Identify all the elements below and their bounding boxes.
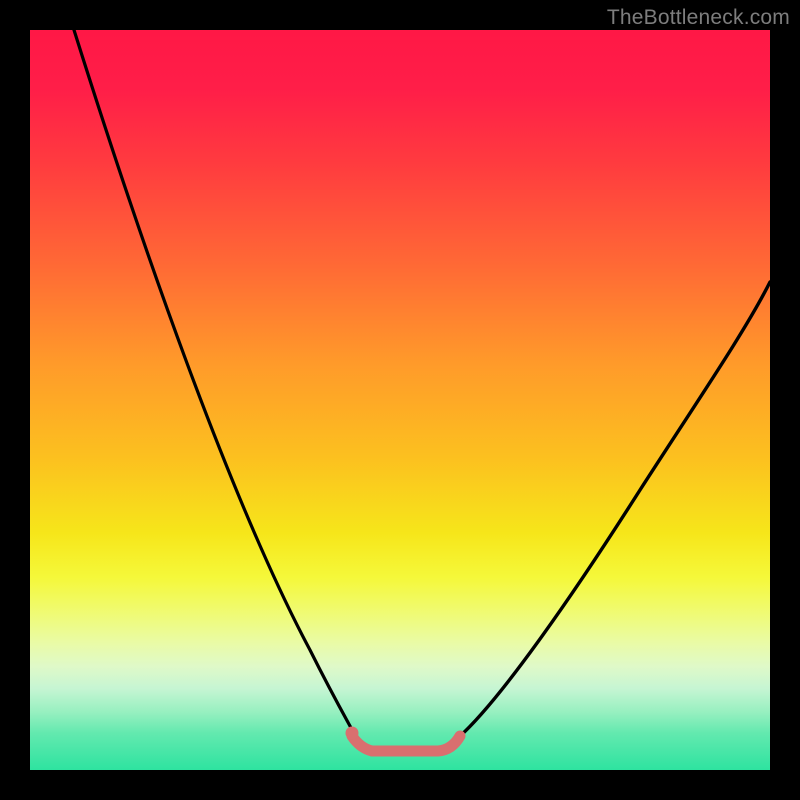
right-curve [459, 282, 770, 737]
chart-svg [30, 30, 770, 770]
watermark-text: TheBottleneck.com [607, 6, 790, 30]
chart-frame [30, 30, 770, 770]
left-curve [74, 30, 356, 737]
valley-marker [352, 736, 460, 751]
valley-dot-icon [346, 727, 359, 740]
